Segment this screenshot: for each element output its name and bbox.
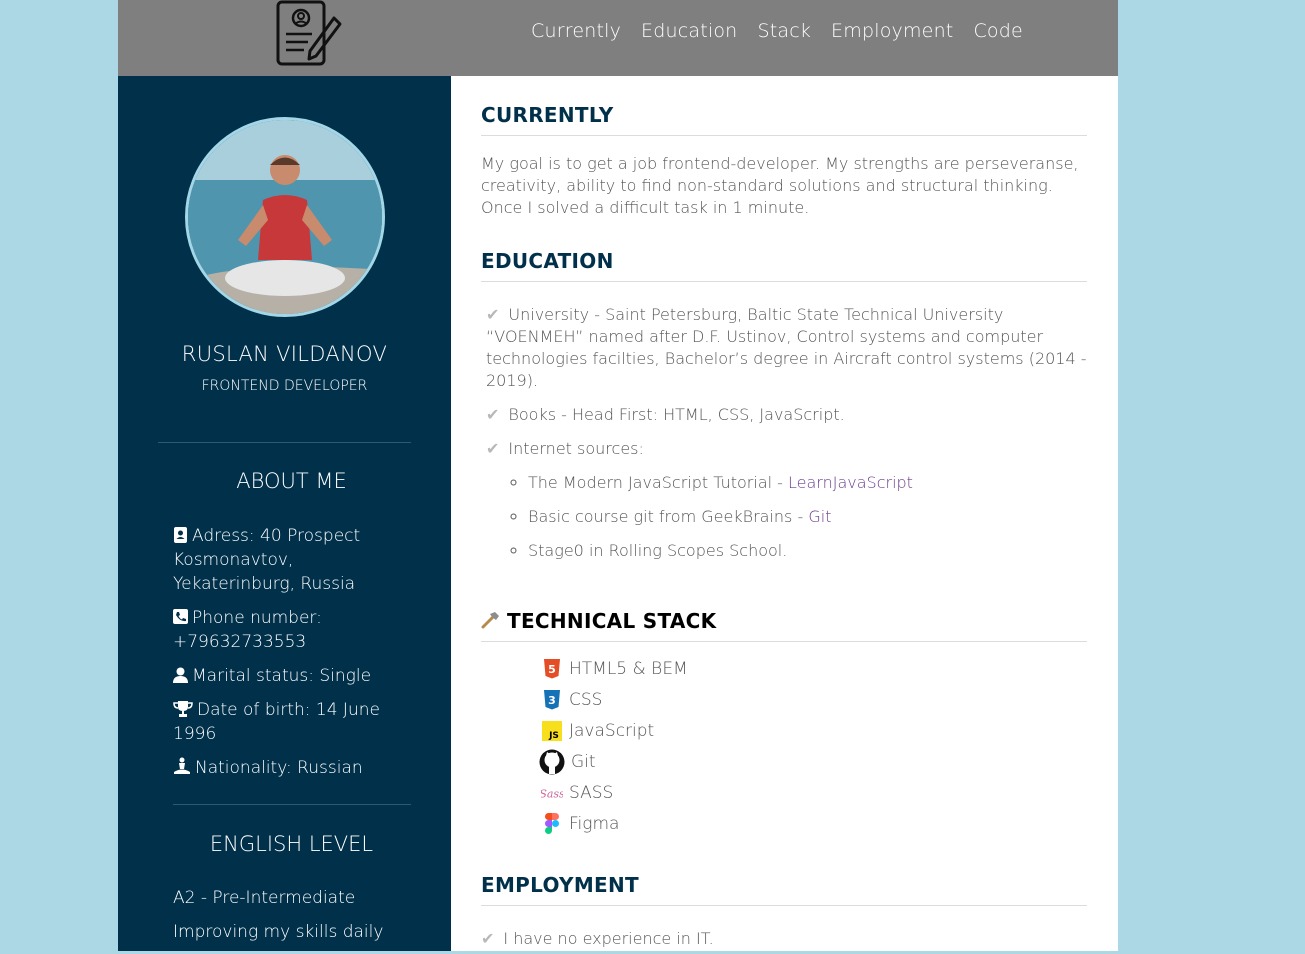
meditation-icon [174,757,190,774]
education-list: ✔ University - Saint Petersburg, Baltic S… [481,304,1087,562]
resume-page: Currently Education Stack Employment Cod… [118,0,1118,951]
currently-text: My goal is to get a job frontend-develop… [481,154,1079,217]
hammer-icon [481,609,507,633]
section-title-education: EDUCATION [481,249,1087,282]
about-item-marital-status: Marital status: Single [173,664,418,688]
about-me-title: ABOUT ME [236,469,347,493]
about-item-birth-date: Date of birth: 14 June 1996 [173,700,380,744]
svg-text:5: 5 [548,663,556,676]
about-item-address: Adress: 40 Prospect Kosmonavtov, Yekater… [173,526,361,594]
section-title-currently: CURRENTLY [481,103,1087,136]
nav-link-code[interactable]: Code [973,20,1022,42]
stack-item-html5: 5 HTML5 & BEM [481,653,1087,684]
stack-item-git: Git [481,746,1087,777]
employment-section: EMPLOYMENT ✔ I have no experience in IT. [481,873,1087,950]
svg-text:Sass: Sass [541,787,563,800]
github-icon [539,749,565,775]
profile-name: RUSLAN VILDANOV [181,342,388,366]
about-list: Adress: 40 Prospect Kosmonavtov, Yekater… [173,524,418,790]
english-level-title: ENGLISH LEVEL [209,832,374,856]
section-title-employment: EMPLOYMENT [481,873,1087,906]
divider [173,804,411,805]
currently-section: CURRENTLY My goal is to get a job fronte… [481,103,1087,219]
stack-item-sass: Sass SASS [481,777,1087,808]
stack-item-javascript: JS JavaScript [481,715,1087,746]
resume-logo-icon[interactable] [276,0,346,68]
stack-item-figma: Figma [481,808,1087,839]
internet-sources-list: The Modern JavaScript Tutorial - LearnJa… [481,472,1087,562]
learnjavascript-link[interactable]: LearnJavaScript [788,473,913,492]
english-item: A2 - Pre-Intermediate [173,888,356,908]
nav-link-education[interactable]: Education [641,20,737,42]
list-item: ✔ Internet sources: [486,439,644,458]
avatar [185,117,385,317]
git-course-link[interactable]: Git [808,507,831,526]
sidebar: RUSLAN VILDANOV FRONTEND DEVELOPER ABOUT… [118,76,451,951]
address-book-icon [174,527,187,543]
list-item: Basic course git from GeekBrains - Git [528,506,1087,528]
divider [158,442,411,443]
nav-link-stack[interactable]: Stack [757,20,811,42]
trophy-icon [173,701,193,717]
nav-link-currently[interactable]: Currently [531,20,621,42]
sass-icon: Sass [541,782,563,804]
about-item-nationality: Nationality: Russian [173,756,418,780]
stack-list: 5 HTML5 & BEM 3 CSS JS JavaScript Git Sa… [481,653,1087,839]
javascript-icon: JS [541,720,563,742]
svg-text:JS: JS [548,731,559,741]
check-icon: ✔ [481,929,495,948]
figma-icon [541,813,563,835]
svg-text:3: 3 [548,694,556,707]
main-nav: Currently Education Stack Employment Cod… [531,20,1023,42]
check-icon: ✔ [486,439,500,458]
check-icon: ✔ [486,305,500,324]
list-item: Stage0 in Rolling Scopes School. [528,540,1087,562]
stack-section: TECHNICAL STACK 5 HTML5 & BEM 3 CSS JS J… [481,609,1087,839]
css3-icon: 3 [541,689,563,711]
section-title-stack: TECHNICAL STACK [481,609,1087,642]
english-list: A2 - Pre-Intermediate Improving my skill… [173,886,418,954]
stack-item-css: 3 CSS [481,684,1087,715]
html5-icon: 5 [541,658,563,680]
about-item-phone: Phone number: +79632733553 [173,608,322,652]
phone-icon [173,609,188,624]
user-icon [173,667,188,683]
list-item: ✔ I have no experience in IT. [481,929,714,948]
check-icon: ✔ [486,405,500,424]
header: Currently Education Stack Employment Cod… [118,0,1118,76]
list-item: ✔ Books - Head First: HTML, CSS, JavaScri… [486,405,845,424]
english-item: Improving my skills daily [173,922,384,942]
list-item: ✔ University - Saint Petersburg, Baltic S… [486,305,1087,390]
list-item: The Modern JavaScript Tutorial - LearnJa… [528,472,1087,494]
education-section: EDUCATION ✔ University - Saint Petersburg… [481,249,1087,574]
profile-role: FRONTEND DEVELOPER [201,378,368,394]
nav-link-employment[interactable]: Employment [831,20,953,42]
